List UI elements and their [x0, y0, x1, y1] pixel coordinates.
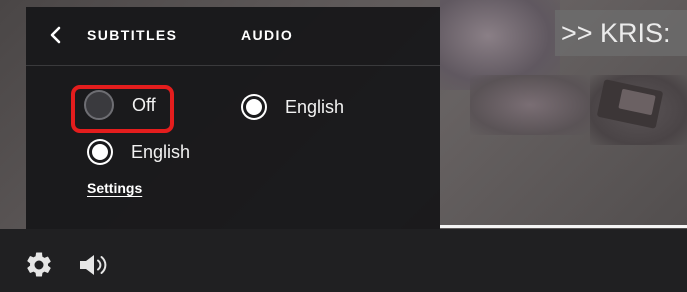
settings-gear-button[interactable]	[24, 250, 54, 280]
radio-selected-ring	[243, 96, 265, 118]
subtitle-option-off[interactable]: Off	[84, 88, 156, 122]
volume-icon	[80, 255, 107, 275]
closed-caption-text: >> KRIS:	[555, 10, 687, 56]
option-label: English	[285, 96, 345, 117]
tab-subtitles[interactable]: SUBTITLES	[87, 27, 177, 43]
progress-bar[interactable]	[440, 225, 687, 228]
back-button[interactable]	[48, 25, 64, 45]
tab-audio[interactable]: AUDIO	[241, 27, 293, 43]
radio-selected-ring	[89, 141, 111, 163]
subtitle-settings-link[interactable]: Settings	[87, 180, 142, 196]
option-label: Off	[132, 94, 156, 115]
panel-header: SUBTITLES AUDIO	[26, 7, 440, 65]
subtitle-option-english[interactable]: English	[87, 135, 190, 169]
audio-option-english[interactable]: English	[241, 90, 344, 124]
subtitles-audio-panel: SUBTITLES AUDIO Off English English Sett…	[26, 7, 440, 229]
radio-selected-icon[interactable]	[241, 94, 267, 120]
gear-icon	[27, 252, 51, 277]
volume-button[interactable]	[77, 250, 109, 280]
radio-unselected-icon[interactable]	[84, 90, 114, 120]
panel-divider	[26, 65, 440, 66]
video-frame-detail	[470, 75, 590, 135]
radio-selected-icon[interactable]	[87, 139, 113, 165]
option-label: English	[131, 141, 191, 162]
chevron-left-icon	[50, 26, 61, 44]
